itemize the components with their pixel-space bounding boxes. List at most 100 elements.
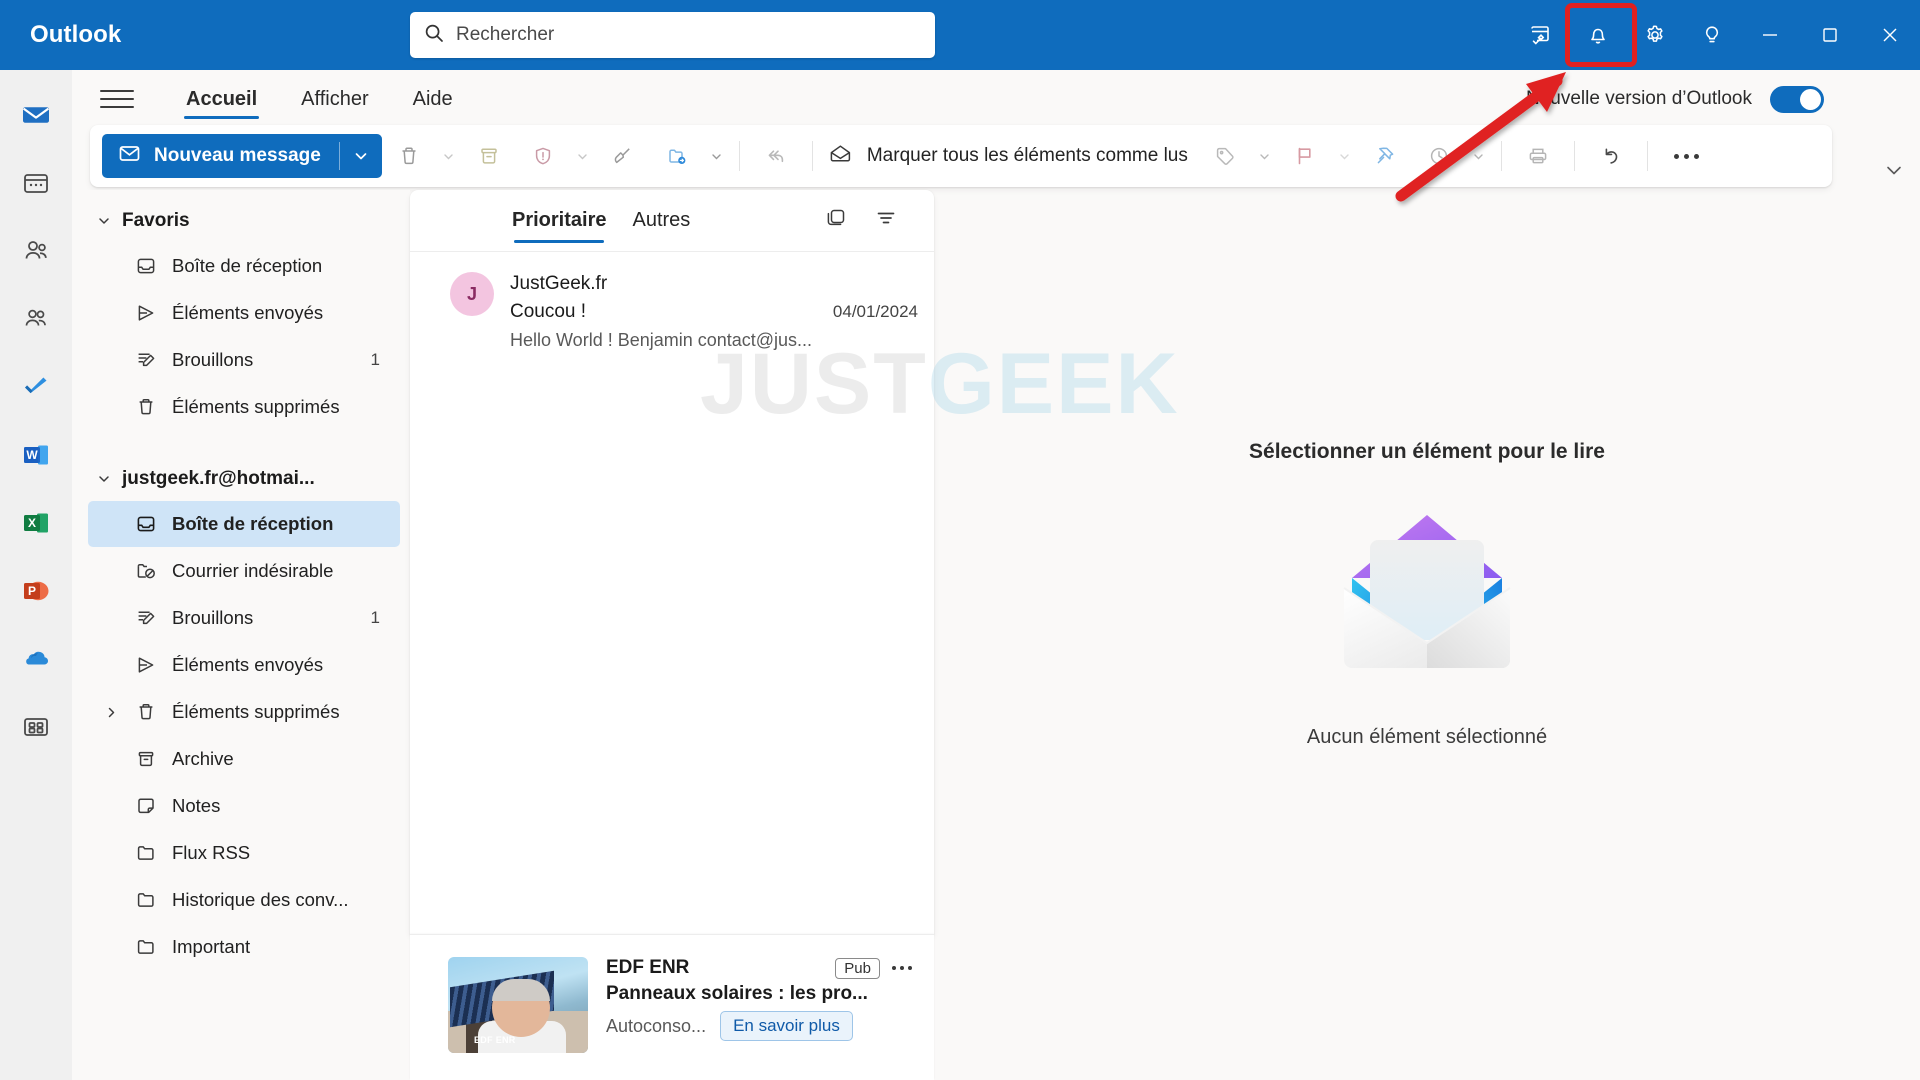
categorize-icon[interactable] [1198, 129, 1252, 183]
flag-icon[interactable] [1278, 129, 1332, 183]
pin-icon[interactable] [1358, 129, 1412, 183]
report-dropdown-icon[interactable] [570, 129, 596, 183]
minimize-button[interactable] [1740, 0, 1800, 70]
groups-icon [25, 309, 46, 326]
search-container[interactable]: Rechercher [410, 12, 935, 58]
chevron-down-icon [96, 472, 112, 486]
sweep-icon[interactable] [596, 129, 650, 183]
chevron-right-icon[interactable] [102, 706, 120, 719]
folder-rss[interactable]: Flux RSS [88, 830, 400, 876]
archive-icon[interactable] [462, 129, 516, 183]
folder-archive[interactable]: Archive [88, 736, 400, 782]
folder-group-favorites[interactable]: Favoris [72, 200, 410, 242]
ribbon-tabs: Accueil Afficher Aide [168, 70, 471, 128]
tab-accueil[interactable]: Accueil [168, 70, 275, 128]
new-message-label: Nouveau message [154, 145, 321, 166]
trash-icon [133, 701, 159, 723]
folder-fav-sent[interactable]: Éléments envoyés [88, 290, 400, 336]
close-button[interactable] [1860, 0, 1920, 70]
junk-icon [133, 560, 159, 582]
lightbulb-icon[interactable] [1683, 12, 1740, 59]
folder-label: Brouillons [172, 607, 254, 628]
ad-badge: Pub [835, 957, 880, 979]
categorize-dropdown-icon[interactable] [1252, 129, 1278, 183]
more-options-icon[interactable] [1657, 129, 1717, 183]
rail-item-mail[interactable] [8, 92, 64, 138]
folder-fav-inbox[interactable]: Boîte de réception [88, 243, 400, 289]
folder-conversation-history[interactable]: Historique des conv... [88, 877, 400, 923]
folder-icon [133, 889, 159, 911]
message-list-item[interactable]: J JustGeek.fr Coucou ! 04/01/2024 Hello … [410, 252, 934, 370]
message-list-tabs: Prioritaire Autres [410, 190, 934, 252]
tab-autres[interactable]: Autres [632, 190, 690, 252]
delete-icon[interactable] [382, 129, 436, 183]
rail-item-apps[interactable] [8, 704, 64, 750]
folder-important[interactable]: Important [88, 924, 400, 970]
delete-dropdown-icon[interactable] [436, 129, 462, 183]
rail-item-powerpoint[interactable]: P [8, 568, 64, 614]
open-envelope-illustration [1322, 500, 1532, 690]
rail-item-excel[interactable]: X [8, 500, 64, 546]
tab-label: Accueil [186, 87, 258, 110]
folder-sent[interactable]: Éléments envoyés [88, 642, 400, 688]
folder-fav-deleted[interactable]: Éléments supprimés [88, 384, 400, 430]
tab-prioritaire[interactable]: Prioritaire [512, 190, 606, 252]
ad-more-options-icon[interactable] [892, 966, 912, 970]
ad-cta-button[interactable]: En savoir plus [720, 1011, 853, 1041]
report-icon[interactable] [516, 129, 570, 183]
tab-afficher[interactable]: Afficher [283, 70, 386, 128]
filter-icon[interactable] [874, 206, 898, 235]
rail-item-people[interactable] [8, 228, 64, 274]
people-icon [25, 241, 47, 259]
chevron-down-icon [96, 214, 112, 228]
tab-label: Autres [632, 209, 691, 231]
todo-checkbox-icon[interactable] [1512, 12, 1569, 59]
move-to-dropdown-icon[interactable] [704, 129, 730, 183]
calendar-icon [24, 174, 48, 193]
app-brand: Outlook [30, 21, 122, 48]
folder-fav-drafts[interactable]: Brouillons 1 [88, 337, 400, 383]
ad-header: EDF ENR Pub [606, 957, 912, 979]
maximize-button[interactable] [1800, 0, 1860, 70]
folder-label: Éléments envoyés [172, 654, 324, 675]
folder-group-account[interactable]: justgeek.fr@hotmai... [72, 458, 410, 500]
folder-inbox[interactable]: Boîte de réception [88, 501, 400, 547]
rail-item-groups[interactable] [8, 296, 64, 342]
mark-all-read-button[interactable]: Marquer tous les éléments comme lus [822, 141, 1198, 172]
move-to-icon[interactable] [650, 129, 704, 183]
folder-notes[interactable]: Notes [88, 783, 400, 829]
folder-label: Boîte de réception [172, 255, 323, 276]
gear-icon[interactable] [1626, 12, 1683, 59]
rail-item-todo[interactable] [8, 364, 64, 410]
ribbon-expand-icon[interactable] [1882, 158, 1906, 187]
new-message-main[interactable]: Nouveau message [102, 134, 339, 178]
search-input[interactable]: Rechercher [410, 12, 935, 58]
new-message-button[interactable]: Nouveau message [102, 134, 382, 178]
ad-title: Panneaux solaires : les pro... [606, 983, 868, 1004]
svg-text:X: X [28, 516, 36, 530]
folder-label: Historique des conv... [172, 889, 349, 910]
snooze-dropdown-icon[interactable] [1466, 129, 1492, 183]
avatar-initial: J [466, 283, 477, 304]
folder-label: Éléments envoyés [172, 302, 324, 323]
rail-item-word[interactable]: W [8, 432, 64, 478]
undo-icon[interactable] [1584, 129, 1638, 183]
new-outlook-toggle[interactable] [1770, 85, 1824, 113]
rail-item-onedrive[interactable] [8, 636, 64, 682]
rail-item-calendar[interactable] [8, 160, 64, 206]
conversation-view-icon[interactable] [824, 206, 848, 235]
reply-all-icon[interactable] [749, 129, 803, 183]
new-message-dropdown[interactable] [340, 134, 382, 178]
folder-drafts[interactable]: Brouillons 1 [88, 595, 400, 641]
toggle-knob [1800, 88, 1821, 110]
bell-icon[interactable] [1569, 12, 1626, 59]
hamburger-icon[interactable] [100, 82, 134, 116]
snooze-icon[interactable] [1412, 129, 1466, 183]
new-outlook-toggle-group[interactable]: Nouvelle version d’Outlook [1526, 70, 1824, 128]
tab-aide[interactable]: Aide [395, 70, 471, 128]
flag-dropdown-icon[interactable] [1332, 129, 1358, 183]
ad-card[interactable]: EDF ENR EDF ENR Pub Panneaux solaires : … [410, 934, 934, 1080]
print-icon[interactable] [1511, 129, 1565, 183]
folder-junk[interactable]: Courrier indésirable [88, 548, 400, 594]
folder-deleted[interactable]: Éléments supprimés [88, 689, 400, 735]
